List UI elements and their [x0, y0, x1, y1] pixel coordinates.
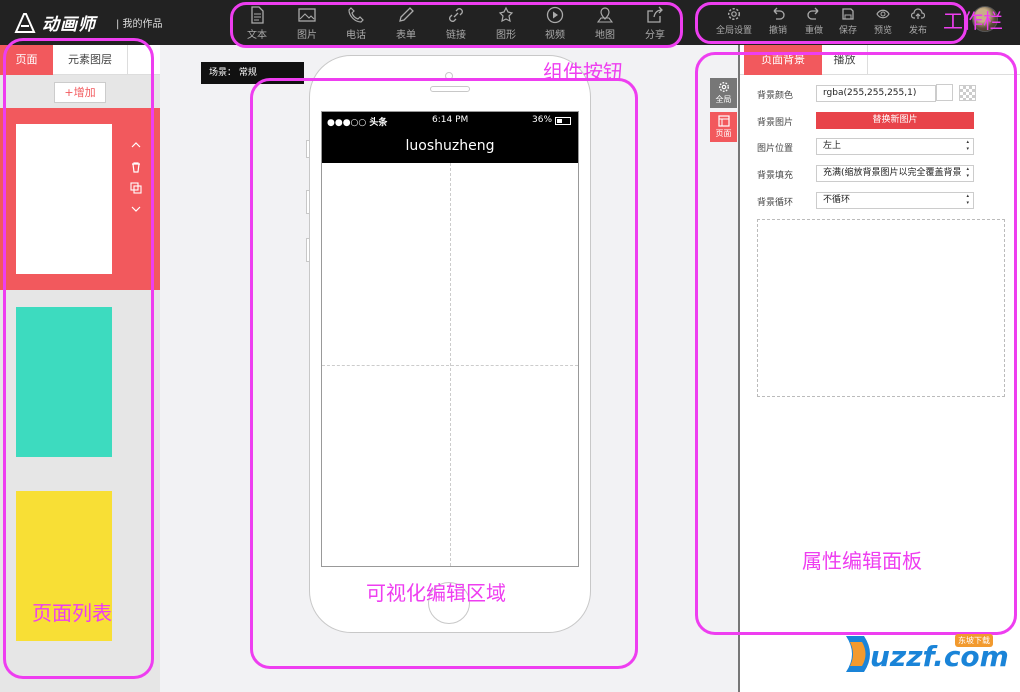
annotation-label-toolbar: 工作栏 [943, 9, 1003, 33]
annotation-label-visual-edit: 可视化编辑区域 [366, 581, 506, 605]
logo-text: 动画师 [42, 15, 96, 35]
my-works-link[interactable]: | 我的作品 [116, 15, 163, 30]
annotation-components [230, 2, 683, 48]
annotation-page-list [3, 38, 154, 679]
app-logo[interactable]: 动画师 [14, 10, 96, 35]
logo-icon [14, 12, 36, 33]
annotation-label-components: 组件按钮 [543, 60, 623, 84]
annotation-label-page-list: 页面列表 [32, 601, 112, 625]
watermark-badge: 东坡下载 [955, 634, 993, 647]
annotation-toolbar [695, 2, 967, 44]
annotation-label-property-panel: 属性编辑面板 [802, 549, 922, 573]
